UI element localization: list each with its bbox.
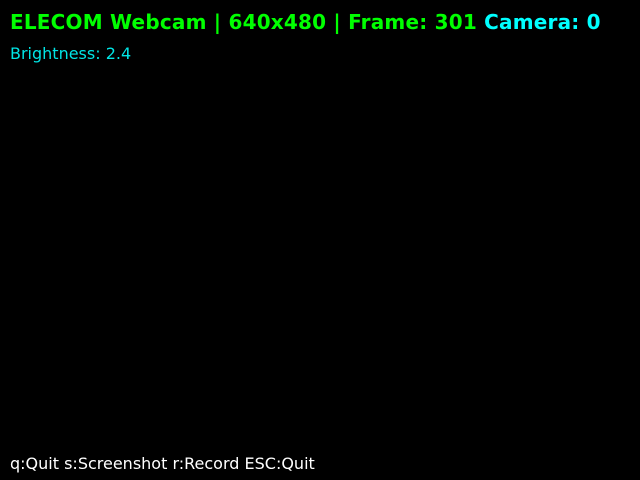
camera-index-text: Camera: 0 bbox=[484, 10, 601, 34]
camera-video-frame: ELECOM Webcam | 640x480 | Frame: 301 Cam… bbox=[0, 0, 640, 480]
title-status-text: ELECOM Webcam | 640x480 | Frame: 301 bbox=[10, 10, 477, 34]
status-overlay: ELECOM Webcam | 640x480 | Frame: 301 Cam… bbox=[10, 12, 601, 32]
brightness-readout: Brightness: 2.4 bbox=[10, 44, 132, 63]
keyboard-shortcuts-help: q:Quit s:Screenshot r:Record ESC:Quit bbox=[10, 454, 315, 473]
